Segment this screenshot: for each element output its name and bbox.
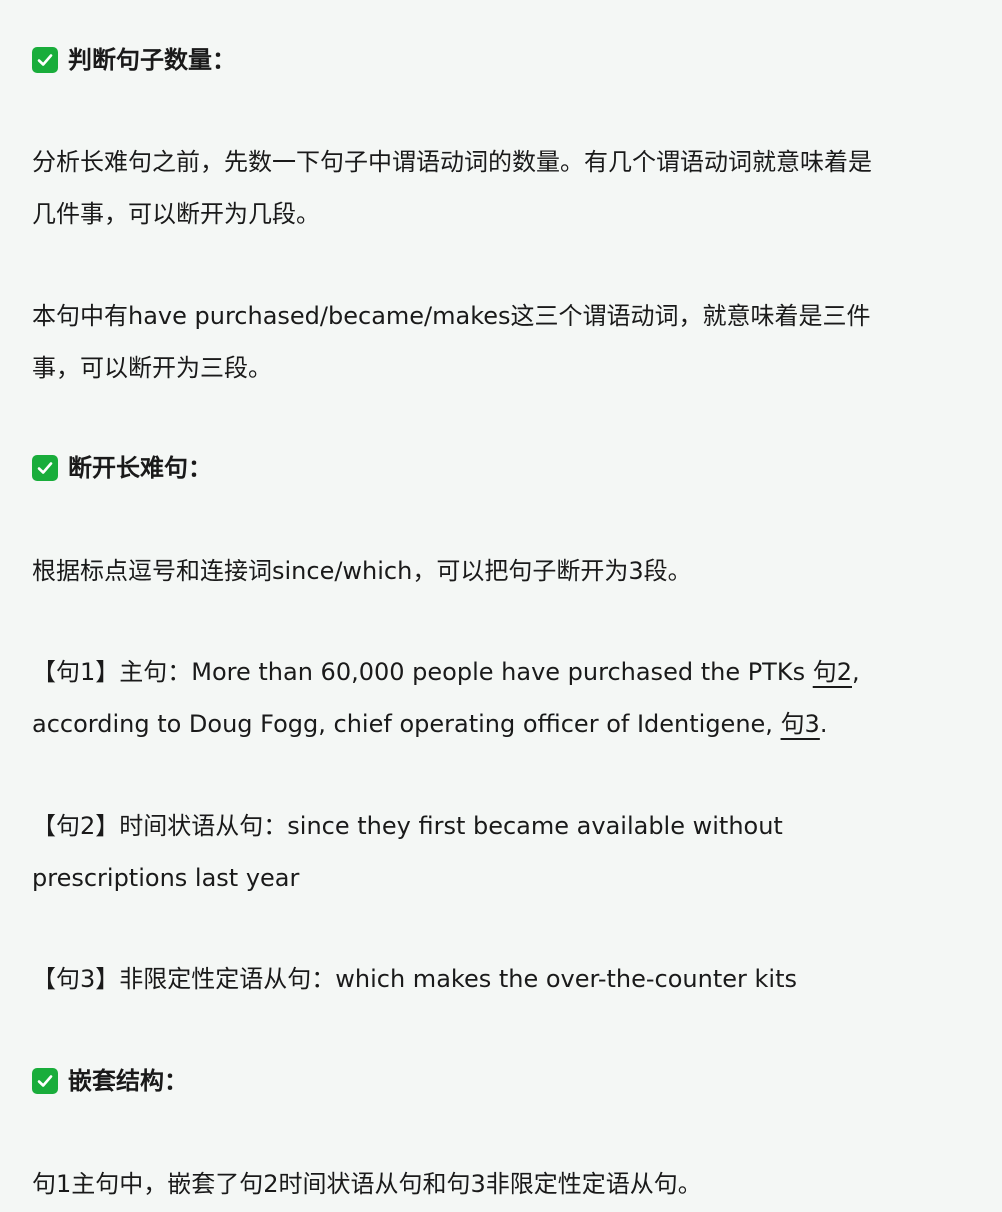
check-mark-icon bbox=[32, 1068, 58, 1094]
paragraph-line: 句1主句中，嵌套了句2时间状语从句和句3非限定性定语从句。 bbox=[32, 1170, 702, 1198]
sentence-2-block: 【句2】时间状语从句：since they first became avail… bbox=[32, 800, 978, 904]
paragraph-predicate-verbs: 本句中有have purchased/became/makes这三个谓语动词，就… bbox=[32, 290, 978, 394]
paragraph-nested-structure: 句1主句中，嵌套了句2时间状语从句和句3非限定性定语从句。 bbox=[32, 1158, 978, 1210]
check-mark-icon bbox=[32, 47, 58, 73]
paragraph-line: 几件事，可以断开为几段。 bbox=[32, 200, 320, 228]
section-heading-nested-structure: 嵌套结构： bbox=[32, 1063, 188, 1099]
section-heading-split: 断开长难句： bbox=[32, 450, 212, 486]
sentence-1-block: 【句1】主句：More than 60,000 people have purc… bbox=[32, 646, 978, 750]
document-page: 判断句子数量： 分析长难句之前，先数一下句子中谓语动词的数量。有几个谓语动词就意… bbox=[0, 0, 1002, 1212]
paragraph-line: 本句中有have purchased/became/makes这三个谓语动词，就… bbox=[32, 302, 871, 330]
section-heading-sentence-count: 判断句子数量： bbox=[32, 42, 236, 78]
paragraph-line: 【句2】时间状语从句：since they first became avail… bbox=[32, 812, 783, 840]
paragraph-line: 【句1】主句：More than 60,000 people have purc… bbox=[32, 658, 860, 686]
check-mark-icon bbox=[32, 455, 58, 481]
paragraph-line: according to Doug Fogg, chief operating … bbox=[32, 710, 828, 738]
paragraph-line: 根据标点逗号和连接词since/which，可以把句子断开为3段。 bbox=[32, 557, 692, 585]
heading-text: 嵌套结构： bbox=[68, 1067, 188, 1095]
paragraph-line: prescriptions last year bbox=[32, 864, 300, 892]
paragraph-line: 分析长难句之前，先数一下句子中谓语动词的数量。有几个谓语动词就意味着是 bbox=[32, 148, 872, 176]
sentence-3-reference: 句3 bbox=[780, 710, 820, 738]
heading-text: 断开长难句： bbox=[68, 454, 212, 482]
paragraph-line: 【句3】非限定性定语从句：which makes the over-the-co… bbox=[32, 965, 797, 993]
paragraph-split-intro: 根据标点逗号和连接词since/which，可以把句子断开为3段。 bbox=[32, 545, 978, 597]
sentence-2-reference: 句2 bbox=[812, 658, 852, 686]
paragraph-line: 事，可以断开为三段。 bbox=[32, 354, 272, 382]
paragraph-analysis: 分析长难句之前，先数一下句子中谓语动词的数量。有几个谓语动词就意味着是 几件事，… bbox=[32, 136, 978, 240]
sentence-3-block: 【句3】非限定性定语从句：which makes the over-the-co… bbox=[32, 953, 978, 1005]
heading-text: 判断句子数量： bbox=[68, 46, 236, 74]
